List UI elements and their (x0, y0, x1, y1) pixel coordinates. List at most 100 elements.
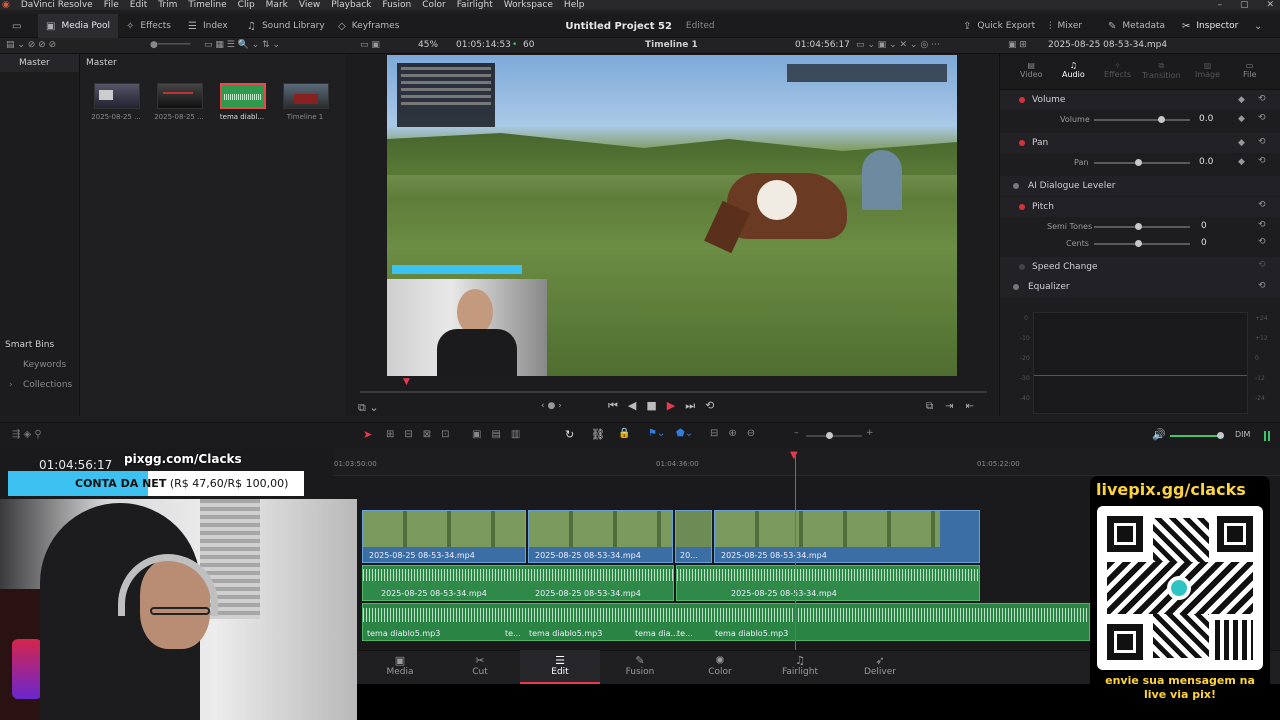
index-button[interactable]: ☰ Index (188, 14, 228, 38)
semi-tones-value[interactable]: 0 (1201, 221, 1207, 231)
audio-clip[interactable]: 2025-08-25 08-53-34.mp4 2025-08-25 08-53… (362, 565, 674, 601)
reset-icon[interactable]: ⟲ (1258, 260, 1266, 270)
expand-icon[interactable]: ⌄ (1254, 14, 1262, 38)
volume-enable-icon[interactable] (1019, 97, 1025, 103)
video-clip[interactable]: 2025-08-25 08-53-34.mp4 (362, 510, 526, 563)
tab-image[interactable]: ▨ Image (1195, 61, 1220, 79)
page-color[interactable]: ✺ Color (680, 650, 760, 684)
reset-icon[interactable]: ⟲ (1258, 200, 1266, 210)
smart-bin-collections[interactable]: Collections (23, 380, 72, 390)
viewer-layout-icon[interactable]: ▭ ▣ (360, 40, 380, 50)
thumb-size-slider[interactable]: ●────── (150, 40, 190, 50)
menu-color[interactable]: Color (422, 0, 446, 10)
scrubber-playhead-icon[interactable]: ▼ (403, 377, 410, 387)
quick-export-button[interactable]: ⇪ Quick Export (963, 14, 1035, 38)
tab-audio[interactable]: ♫ Audio (1062, 61, 1085, 79)
pan-value[interactable]: 0.0 (1199, 157, 1213, 167)
music-clip[interactable]: tema diablo5.mp3 te... tema diablo5.mp3 … (362, 603, 1090, 641)
cents-value[interactable]: 0 (1201, 238, 1207, 248)
speaker-icon[interactable]: 🔊 (1152, 428, 1166, 441)
semi-tones-knob[interactable] (1135, 223, 1142, 230)
audio-clip[interactable]: 2025-08-25 08-53-34.mp4 (676, 565, 980, 601)
insert-tools-icons[interactable]: ▣▤▥ (472, 429, 530, 440)
menu-help[interactable]: Help (564, 0, 585, 10)
cents-knob[interactable] (1135, 240, 1142, 247)
zoom-slider-knob[interactable] (826, 432, 833, 439)
jog-control[interactable]: ‹ ● › (541, 401, 562, 411)
volume-value[interactable]: 0.0 (1199, 114, 1213, 124)
panel-toggle-icon[interactable]: ▭ (12, 14, 21, 38)
pitch-section[interactable]: Pitch (1000, 197, 1280, 217)
zoom-slider[interactable] (806, 435, 862, 437)
volume-slider[interactable] (1094, 119, 1190, 121)
menu-timeline[interactable]: Timeline (188, 0, 226, 10)
tab-file[interactable]: ▭ File (1243, 61, 1256, 79)
view-mode-icons[interactable]: ▭ ▦ ☰ 🔍 ⌄ ⇅ ⌄ (204, 40, 280, 50)
mixer-button[interactable]: ⫶ Mixer (1049, 14, 1082, 38)
page-fusion[interactable]: ✎ Fusion (600, 650, 680, 684)
metadata-button[interactable]: ✎ Metadata (1108, 14, 1165, 38)
pitch-enable-icon[interactable] (1019, 204, 1025, 210)
mark-in-icon[interactable]: ⇥ (945, 401, 953, 412)
chevron-right-icon[interactable]: › (9, 380, 13, 390)
inspector-button[interactable]: ✂ Inspector (1182, 14, 1238, 38)
menu-mark[interactable]: Mark (266, 0, 288, 10)
minimize-icon[interactable]: – (1217, 0, 1222, 10)
loop-icon[interactable]: ⟲ (705, 399, 714, 413)
menu-fusion[interactable]: Fusion (382, 0, 411, 10)
zoom-mode-icons[interactable]: ⊟⊕⊖ (710, 428, 765, 439)
reset-icon[interactable]: ⟲ (1258, 137, 1266, 147)
cents-slider[interactable] (1094, 243, 1190, 245)
semi-tones-slider[interactable] (1094, 226, 1190, 228)
page-deliver[interactable]: ➶ Deliver (840, 650, 920, 684)
reset-icon[interactable]: ⟲ (1258, 94, 1266, 104)
menu-davinci[interactable]: DaVinci Resolve (21, 0, 93, 10)
page-edit[interactable]: ☰ Edit (520, 650, 600, 684)
layout-icon[interactable]: ▤ ⌄ ⊘ ⊘ ⊘ (6, 40, 56, 50)
timeline-ruler[interactable]: 01:03:50:00 01:04:36:00 01:05:22:00 (334, 448, 1280, 476)
inspector-toggle-icon[interactable]: ▣ ⊞ (1008, 40, 1027, 50)
speed-change-enable-icon[interactable] (1019, 264, 1025, 270)
tab-transition[interactable]: ⧉ Transition (1142, 61, 1181, 80)
viewer-scrubber[interactable] (360, 391, 987, 393)
link-icon[interactable]: ⛓ (591, 428, 605, 441)
speed-change-section[interactable]: Speed Change (1000, 257, 1280, 277)
mark-out-icon[interactable]: ⇤ (966, 401, 974, 412)
bin-master[interactable]: Master (19, 58, 50, 68)
keyframes-button[interactable]: ◇ Keyframes (338, 14, 399, 38)
viewer-options-icons[interactable]: ▭ ⌄ ▣ ⌄ ✕ ⌄ ◎ ⋯ (856, 40, 940, 50)
maximize-icon[interactable]: ▢ (1240, 0, 1249, 10)
menu-trim[interactable]: Trim (158, 0, 177, 10)
effects-button[interactable]: ✧ Effects (126, 14, 171, 38)
reset-icon[interactable]: ⟲ (1258, 237, 1266, 247)
reset-icon[interactable]: ⟲ (1258, 281, 1266, 291)
match-frame-icon[interactable]: ⧉ (926, 401, 933, 412)
ai-dialogue-enable-icon[interactable] (1013, 183, 1019, 189)
volume-slider-knob[interactable] (1158, 116, 1165, 123)
keyframe-icon[interactable]: ◆ (1238, 138, 1245, 148)
menu-view[interactable]: View (299, 0, 320, 10)
keyframe-icon[interactable]: ◆ (1238, 95, 1245, 105)
tab-effects[interactable]: ✧ Effects (1104, 61, 1131, 79)
video-frame[interactable] (387, 55, 957, 376)
video-clip[interactable]: 2025-08-25 08-53-34.mp4 (528, 510, 673, 563)
timeline-playhead[interactable] (795, 456, 796, 650)
media-timeline-thumb[interactable] (283, 83, 329, 109)
reset-icon[interactable]: ⟲ (1258, 220, 1266, 230)
skip-start-icon[interactable]: ⏮ (608, 399, 618, 413)
dim-button[interactable]: DIM (1235, 430, 1250, 439)
snapping-icon[interactable]: ↻ (565, 428, 574, 441)
menu-edit[interactable]: Edit (130, 0, 147, 10)
menu-fairlight[interactable]: Fairlight (457, 0, 493, 10)
timeline-name[interactable]: Timeline 1 (645, 40, 698, 50)
pan-slider[interactable] (1094, 162, 1190, 164)
master-volume-knob[interactable] (1217, 432, 1224, 439)
pan-slider-knob[interactable] (1135, 159, 1142, 166)
keyframe-icon[interactable]: ◆ (1238, 114, 1245, 124)
media-audio-thumb[interactable] (220, 83, 266, 109)
zoom-level[interactable]: 45% (418, 40, 438, 50)
play-icon[interactable]: ▶ (667, 399, 675, 413)
transform-icon[interactable]: ⧉ ⌄ (358, 401, 379, 415)
zoom-out-icon[interactable]: – (794, 428, 799, 438)
sound-library-button[interactable]: ♫ Sound Library (247, 14, 325, 38)
